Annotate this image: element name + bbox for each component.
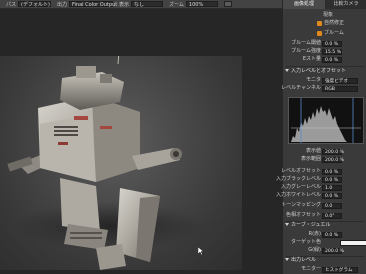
bloom-strength-field[interactable]: 15.5 % bbox=[322, 48, 342, 55]
monitor-label: モニタ bbox=[305, 77, 321, 83]
bloom-header-row: 現象 bbox=[283, 12, 366, 19]
exposure-row: Eスト量 0.0 % bbox=[283, 56, 366, 63]
exposure-field[interactable]: 0.0 % bbox=[322, 56, 342, 63]
display-range-field[interactable]: 200.0 % bbox=[322, 156, 344, 163]
input-black-row: 入力ブラックレベル 0.0 % bbox=[276, 176, 366, 183]
channel-label: レベルチャンネル bbox=[281, 85, 321, 91]
bloom-threshold-field[interactable]: 0.0 % bbox=[322, 40, 342, 47]
input-white-label: 入力ホワイトレベル bbox=[275, 192, 321, 198]
target-color-swatch[interactable] bbox=[340, 239, 366, 246]
green-field[interactable]: 200.0 % bbox=[322, 247, 344, 254]
tab-image-processing[interactable]: 画像処理 bbox=[283, 0, 325, 9]
input-white-field[interactable]: 0.0 % bbox=[322, 192, 342, 199]
monitor2-dropdown[interactable]: ヒストグラム bbox=[322, 266, 358, 273]
bloom-checkbox-label: ブルーム bbox=[324, 30, 344, 36]
display-range-row: 表示範囲 200.0 % bbox=[283, 156, 366, 163]
zoom-label: ズーム bbox=[169, 1, 184, 8]
tone-mapping-field[interactable]: 0.0 bbox=[322, 202, 342, 209]
target-color-row: ターゲット色 bbox=[283, 239, 366, 246]
bloom-threshold-label: ブルーム閾値 bbox=[291, 40, 321, 46]
output-section-title: 出力レベル bbox=[291, 257, 317, 263]
output-section-header[interactable]: 出力レベル bbox=[283, 257, 366, 264]
channel-row: レベルチャンネル RGB bbox=[281, 85, 366, 92]
expand-triangle-icon[interactable] bbox=[285, 69, 289, 72]
robot-render-image bbox=[7, 15, 205, 270]
bloom-checkbox[interactable] bbox=[317, 31, 322, 36]
pass-label: パス bbox=[6, 1, 17, 8]
tone-mapping-label: トーンマッピング bbox=[281, 202, 321, 208]
input-gray-label: 入力グレーレベル bbox=[280, 184, 321, 190]
zoom-dropdown[interactable]: 100% bbox=[185, 1, 218, 8]
histogram[interactable] bbox=[288, 97, 364, 144]
output-label: 出力 bbox=[57, 1, 68, 8]
red-row: R(赤) 0.0 % bbox=[283, 231, 366, 238]
gamma-label: 表示値 bbox=[305, 148, 321, 154]
curve-section-title: カーブ・ジュエル bbox=[291, 222, 331, 228]
section-divider bbox=[286, 66, 364, 67]
monitor-row: モニタ 強度ビデオ bbox=[283, 77, 366, 84]
bloom-strength-label: ブルーム強度 bbox=[291, 48, 321, 54]
red-label: R(赤) bbox=[308, 231, 321, 237]
tone-mapping-row: トーンマッピング 0.0 bbox=[281, 202, 366, 209]
fit-view-icon[interactable] bbox=[223, 1, 232, 7]
input-white-row: 入力ホワイトレベル 0.0 % bbox=[276, 192, 366, 199]
natural-correction-checkbox[interactable] bbox=[317, 21, 322, 26]
bloom-checkbox-row[interactable]: ブルーム bbox=[283, 30, 366, 37]
bloom-header: 現象 bbox=[323, 12, 334, 18]
channel-dropdown[interactable]: RGB bbox=[322, 85, 358, 92]
render-viewport[interactable] bbox=[0, 9, 282, 274]
tab-compare-camera[interactable]: 比較カメラ bbox=[325, 0, 366, 9]
natural-correction-label: 自然修正 bbox=[324, 20, 345, 26]
expand-triangle-icon[interactable] bbox=[285, 223, 289, 226]
green-label: G(緑) bbox=[308, 247, 321, 253]
mouse-cursor-icon bbox=[198, 247, 204, 255]
bloom-threshold-row: ブルーム閾値 0.0 % bbox=[283, 40, 366, 47]
green-row: G(緑) 200.0 % bbox=[283, 247, 366, 254]
input-black-field[interactable]: 0.0 % bbox=[322, 176, 342, 183]
monitor2-label: モニター bbox=[300, 266, 321, 272]
levels-section-header[interactable]: 入力レベルとオフセット bbox=[283, 68, 366, 75]
hue-offset-row: 色相オフセット 0.0° bbox=[283, 212, 366, 219]
level-offset-field[interactable]: 0.0 % bbox=[322, 168, 342, 175]
properties-panel: 画像処理 比較カメラ 現象 自然修正 ブルーム ブルーム閾値 0.0 % ブルー… bbox=[276, 0, 366, 274]
input-gray-row: 入力グレーレベル 1.0 bbox=[280, 184, 366, 191]
monitor2-row: モニター ヒストグラム bbox=[283, 266, 366, 273]
panel-tabs: 画像処理 比較カメラ bbox=[283, 0, 366, 9]
gamma-row: 表示値 200.0 % bbox=[283, 148, 366, 155]
display-dropdown[interactable]: なし bbox=[131, 1, 164, 8]
input-gray-field[interactable]: 1.0 bbox=[322, 184, 342, 191]
levels-section-title: 入力レベルとオフセット bbox=[291, 68, 347, 74]
bloom-strength-row: ブルーム強度 15.5 % bbox=[283, 48, 366, 55]
gamma-field[interactable]: 200.0 % bbox=[322, 148, 344, 155]
red-field[interactable]: 0.0 % bbox=[322, 231, 342, 238]
output-dropdown[interactable]: Final Color Output bbox=[69, 1, 117, 8]
viewport-toolbar: パス (デフォルト) 出力 Final Color Output 表示 なし ズ… bbox=[0, 0, 282, 9]
expand-triangle-icon[interactable] bbox=[285, 258, 289, 261]
histogram-graph bbox=[291, 98, 361, 143]
display-range-label: 表示範囲 bbox=[300, 156, 321, 162]
level-offset-label: レベルオフセット bbox=[280, 168, 321, 174]
natural-correction-row[interactable]: 自然修正 bbox=[283, 20, 366, 27]
curve-section-header[interactable]: カーブ・ジュエル bbox=[283, 222, 366, 229]
exposure-label: Eスト量 bbox=[302, 56, 321, 62]
hue-offset-label: 色相オフセット bbox=[285, 212, 321, 218]
render-image bbox=[0, 15, 242, 270]
monitor-dropdown[interactable]: 強度ビデオ bbox=[322, 77, 358, 84]
input-black-label: 入力ブラックレベル bbox=[275, 176, 321, 182]
level-offset-row: レベルオフセット 0.0 % bbox=[280, 168, 366, 175]
display-label: 表示 bbox=[119, 1, 130, 8]
hue-offset-field[interactable]: 0.0° bbox=[322, 212, 342, 219]
pass-dropdown[interactable]: (デフォルト) bbox=[18, 1, 52, 8]
target-color-label: ターゲット色 bbox=[290, 239, 321, 245]
